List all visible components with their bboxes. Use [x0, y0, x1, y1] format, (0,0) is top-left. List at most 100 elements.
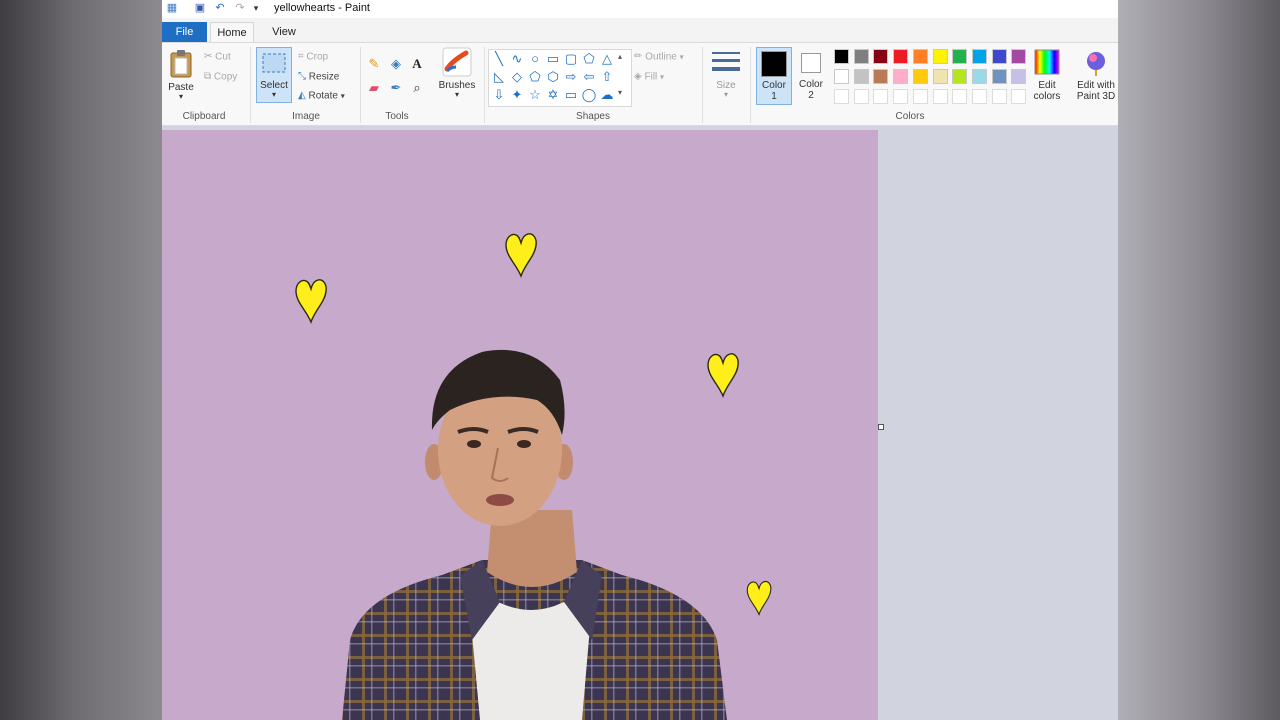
custom-color-slot[interactable]	[893, 89, 909, 104]
palette-swatch[interactable]	[991, 49, 1007, 64]
palette-swatch[interactable]	[893, 49, 909, 64]
diamond-shape-icon[interactable]: ◇	[509, 69, 525, 85]
custom-color-slot[interactable]	[952, 89, 968, 104]
color2-label: Color	[799, 79, 823, 90]
magnifier-icon[interactable]: ⌕	[409, 80, 425, 96]
workspace	[162, 126, 1118, 720]
oval-callout-shape-icon[interactable]: ◯	[581, 87, 597, 103]
edit-colors-button[interactable]: Edit colors	[1030, 49, 1064, 102]
canvas-resize-handle[interactable]	[878, 424, 884, 430]
custom-color-slot[interactable]	[932, 89, 948, 104]
paint3d-label: Edit with	[1077, 80, 1115, 91]
custom-color-slot[interactable]	[912, 89, 928, 104]
palette-swatch[interactable]	[853, 49, 869, 64]
five-point-star-shape-icon[interactable]: ☆	[527, 87, 543, 103]
palette-swatch[interactable]	[932, 69, 948, 84]
pencil-icon[interactable]: ✎	[366, 56, 382, 72]
cut-label: Cut	[215, 51, 231, 63]
fill-bucket-icon[interactable]: ◈	[388, 56, 404, 72]
custom-color-slot[interactable]	[873, 89, 889, 104]
rotate-button[interactable]: ◭ Rotate ▾	[298, 89, 345, 103]
oval-shape-icon[interactable]: ○	[527, 51, 543, 67]
rotate-icon: ◭	[298, 90, 306, 101]
color-spectrum-icon	[1034, 49, 1060, 75]
crop-button[interactable]: ⌗ Crop	[298, 50, 328, 64]
color1-button[interactable]: Color 1	[756, 47, 792, 105]
select-button[interactable]: Select ▾	[256, 47, 292, 103]
custom-color-slot[interactable]	[834, 89, 849, 104]
polygon-shape-icon[interactable]: ⬠	[581, 51, 597, 67]
palette-swatch[interactable]	[971, 69, 987, 84]
yellow-heart-icon	[746, 580, 772, 616]
triangle-shape-icon[interactable]: △	[599, 51, 615, 67]
undo-icon[interactable]: ↶	[214, 2, 226, 14]
color2-button[interactable]: Color 2	[794, 47, 828, 101]
paste-button[interactable]: Paste ▾	[166, 49, 196, 101]
copy-button[interactable]: ⧉ Copy	[204, 70, 237, 84]
shapes-scroll-up-icon[interactable]: ▴	[618, 50, 622, 64]
crop-icon: ⌗	[298, 51, 304, 62]
palette-swatch[interactable]	[952, 49, 968, 64]
redo-icon[interactable]: ↷	[234, 2, 246, 14]
outline-button[interactable]: ✏ Outline ▾	[634, 50, 684, 64]
palette-swatch[interactable]	[971, 49, 987, 64]
tab-view[interactable]: View	[266, 22, 302, 42]
resize-button[interactable]: ⤡ Resize	[298, 70, 339, 84]
shapes-more-icon[interactable]: ▾	[618, 86, 622, 100]
six-point-star-shape-icon[interactable]: ✡	[545, 87, 561, 103]
right-triangle-shape-icon[interactable]: ◺	[491, 69, 507, 85]
tab-home[interactable]: Home	[210, 22, 254, 42]
palette-swatch[interactable]	[991, 69, 1007, 84]
rounded-callout-shape-icon[interactable]: ▭	[563, 87, 579, 103]
fill-button[interactable]: ◈ Fill ▾	[634, 70, 664, 84]
color1-swatch	[761, 51, 787, 77]
palette-swatch[interactable]	[932, 49, 948, 64]
text-tool-icon[interactable]: A	[409, 56, 425, 72]
custom-color-slot[interactable]	[853, 89, 869, 104]
four-point-star-shape-icon[interactable]: ✦	[509, 87, 525, 103]
palette-swatch[interactable]	[873, 69, 889, 84]
scissors-icon: ✂	[204, 51, 213, 62]
outline-dropdown-icon: ▾	[679, 52, 684, 62]
down-arrow-shape-icon[interactable]: ⇩	[491, 87, 507, 103]
palette-swatch[interactable]	[873, 49, 889, 64]
custom-color-slot[interactable]	[1011, 89, 1027, 104]
clipboard-icon	[170, 50, 192, 78]
image-group-label: Image	[292, 111, 320, 122]
palette-swatch[interactable]	[893, 69, 909, 84]
paint3d-icon	[1087, 52, 1105, 76]
drawing-canvas[interactable]	[162, 130, 878, 720]
line-shape-icon[interactable]: ╲	[491, 51, 507, 67]
cut-button[interactable]: ✂ Cut	[204, 50, 231, 64]
palette-swatch[interactable]	[853, 69, 869, 84]
rounded-rectangle-shape-icon[interactable]: ▢	[563, 51, 579, 67]
palette-swatch[interactable]	[912, 69, 928, 84]
resize-label: Resize	[308, 71, 340, 83]
palette-swatch[interactable]	[1011, 49, 1027, 64]
curve-shape-icon[interactable]: ∿	[509, 51, 525, 67]
palette-swatch[interactable]	[952, 69, 968, 84]
custom-color-slot[interactable]	[971, 89, 987, 104]
tab-file[interactable]: File	[162, 22, 207, 42]
outline-icon: ✏	[634, 51, 643, 62]
palette-swatch[interactable]	[912, 49, 928, 64]
right-arrow-shape-icon[interactable]: ⇨	[563, 69, 579, 85]
eraser-icon[interactable]: ▰	[366, 80, 382, 96]
quick-access-dropdown-icon[interactable]: ▾	[250, 2, 262, 14]
cloud-callout-shape-icon[interactable]: ☁	[599, 87, 615, 103]
left-arrow-shape-icon[interactable]: ⇦	[581, 69, 597, 85]
rectangle-shape-icon[interactable]: ▭	[545, 51, 561, 67]
save-icon[interactable]: ▣	[194, 2, 206, 14]
palette-swatch[interactable]	[834, 49, 849, 64]
tools-group-label: Tools	[385, 111, 409, 122]
palette-swatch[interactable]	[1011, 69, 1027, 84]
color-picker-icon[interactable]: ✒	[388, 80, 404, 96]
palette-swatch[interactable]	[834, 69, 849, 84]
edit-with-paint3d-button[interactable]: Edit with Paint 3D	[1074, 49, 1118, 102]
custom-color-slot[interactable]	[991, 89, 1007, 104]
size-button[interactable]: Size ▾	[708, 49, 744, 99]
brushes-button[interactable]: Brushes ▾	[436, 47, 478, 99]
hexagon-shape-icon[interactable]: ⬡	[545, 69, 561, 85]
up-arrow-shape-icon[interactable]: ⇧	[599, 69, 615, 85]
pentagon-shape-icon[interactable]: ⬠	[527, 69, 543, 85]
